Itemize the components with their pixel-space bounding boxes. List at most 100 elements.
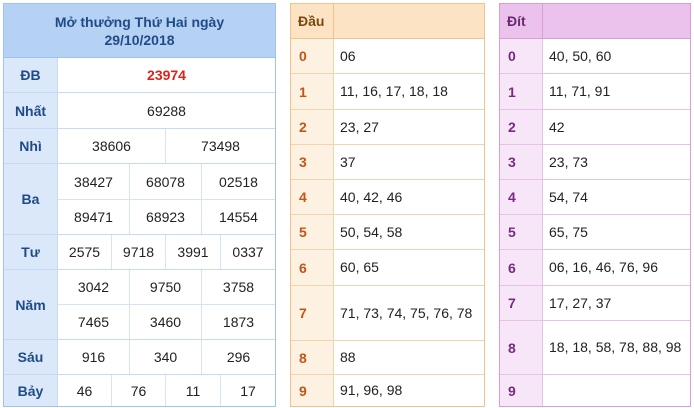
dit-table: Đít 0 40, 50, 60 1 11, 71, 91 2 42 3 23,… [499,3,691,407]
dit-value: 18, 18, 58, 78, 88, 98 [549,339,682,355]
prize-label: ĐB [4,58,58,92]
dau-key: 2 [291,110,334,144]
dau-value: 50, 54, 58 [340,223,403,240]
dit-key: 9 [500,375,543,406]
dit-value: 54, 74 [549,188,588,205]
prize-value: 68923 [130,200,202,234]
dau-key: 9 [291,375,334,406]
dit-key: 5 [500,215,543,249]
prize-value: 69288 [147,102,186,119]
dau-row: 7 71, 73, 74, 75, 76, 78 [291,286,484,341]
dau-value: 11, 16, 17, 18, 18 [340,83,448,99]
prize-row-first: Nhất 69288 [4,93,275,129]
prize-value: 3991 [166,235,221,269]
dit-row: 1 11, 71, 91 [500,74,690,110]
dau-table: Đầu 0 06 1 11, 16, 17, 18, 18 2 23, 27 3… [290,3,485,407]
dau-value: 37 [340,153,356,170]
prize-row-third: Ba 38427 68078 02518 89471 68923 14554 [4,164,275,235]
prize-value: 14554 [219,209,258,225]
dau-row: 3 37 [291,145,484,180]
dau-value: 60, 65 [340,259,379,275]
dit-value: 42 [549,118,565,135]
dit-value: 23, 73 [549,153,588,170]
prize-value: 17 [240,382,256,399]
prize-row-fourth: Tư 2575 9718 3991 0337 [4,235,275,270]
prize-value: 46 [58,375,112,406]
dau-header-label: Đầu [291,4,334,38]
results-title-line1: Mở thưởng Thứ Hai ngày [54,13,225,30]
dit-header-label: Đít [500,4,543,38]
prize-value: 11 [166,375,221,406]
prize-value: 38606 [58,129,166,163]
dau-key: 7 [291,286,334,340]
prize-value: 2575 [58,235,112,269]
dau-key: 4 [291,180,334,214]
dit-row: 9 [500,375,690,406]
dau-row: 4 40, 42, 46 [291,180,484,215]
prize-value: 02518 [219,173,258,190]
dau-key: 6 [291,250,334,285]
dit-value: 17, 27, 37 [549,294,612,311]
prize-row-second: Nhì 38606 73498 [4,129,275,164]
prize-value: 916 [58,340,130,374]
prize-value: 0337 [232,244,264,260]
dau-row: 6 60, 65 [291,250,484,286]
dau-value: 91, 96, 98 [340,382,403,398]
dau-value: 23, 27 [340,118,379,135]
dit-key: 0 [500,39,543,73]
dau-value: 71, 73, 74, 75, 76, 78 [340,304,473,321]
lottery-results-table: Mở thưởng Thứ Hai ngày 29/10/2018 ĐB 239… [3,3,276,407]
dau-row: 5 50, 54, 58 [291,215,484,250]
prize-value: 68078 [130,164,202,199]
dau-key: 1 [291,74,334,109]
prize-value: 296 [226,349,251,365]
prize-row-sixth: Sáu 916 340 296 [4,340,275,375]
dau-key: 5 [291,215,334,249]
prize-label: Nhì [4,129,58,163]
dit-value [543,375,690,406]
dit-key: 6 [500,250,543,285]
dit-value: 40, 50, 60 [549,47,612,64]
dit-row: 7 17, 27, 37 [500,286,690,321]
prize-value: 76 [112,375,166,406]
dit-key: 3 [500,145,543,179]
prize-value: 38427 [58,164,130,199]
prize-value: 3042 [58,270,130,304]
dit-key: 2 [500,110,543,144]
dit-row: 5 65, 75 [500,215,690,250]
prize-row-seventh: Bảy 46 76 11 17 [4,375,275,406]
dit-row: 6 06, 16, 46, 76, 96 [500,250,690,286]
dit-row: 0 40, 50, 60 [500,39,690,74]
prize-row-db: ĐB 23974 [4,58,275,93]
prize-value: 73498 [201,138,240,154]
dit-value: 06, 16, 46, 76, 96 [549,259,658,275]
dau-key: 8 [291,341,334,374]
dau-key: 0 [291,39,334,73]
results-title: Mở thưởng Thứ Hai ngày 29/10/2018 [4,4,275,58]
dit-row: 8 18, 18, 58, 78, 88, 98 [500,321,690,375]
dau-row: 0 06 [291,39,484,74]
dau-row: 2 23, 27 [291,110,484,145]
dit-key: 7 [500,286,543,320]
dau-row: 1 11, 16, 17, 18, 18 [291,74,484,110]
dau-value: 40, 42, 46 [340,188,403,205]
dit-row: 2 42 [500,110,690,145]
prize-label: Tư [4,235,58,269]
dau-row: 8 88 [291,341,484,375]
dit-key: 4 [500,180,543,214]
dau-value: 06 [340,47,356,64]
prize-value: 3758 [222,279,255,295]
prize-label: Sáu [4,340,58,374]
special-prize-value: 23974 [147,67,186,83]
dit-key: 8 [500,321,543,374]
dau-value: 88 [340,349,356,365]
prize-value: 3460 [130,305,202,339]
prize-value: 340 [130,340,202,374]
dit-key: 1 [500,74,543,109]
prize-value: 89471 [58,200,130,234]
prize-value: 7465 [58,305,130,339]
dit-row: 4 54, 74 [500,180,690,215]
prize-label: Năm [4,270,58,339]
dit-value: 65, 75 [549,223,588,240]
prize-row-fifth: Năm 3042 9750 3758 7465 3460 1873 [4,270,275,340]
